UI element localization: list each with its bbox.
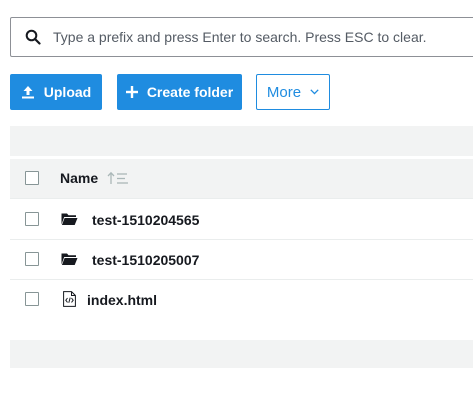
search-box[interactable] [10,17,473,57]
file-name-link[interactable]: test-1510204565 [92,212,199,228]
sort-ascending-icon[interactable] [107,171,129,185]
row-checkbox[interactable] [25,252,39,266]
row-checkbox[interactable] [25,292,39,306]
column-header-name[interactable]: Name [60,170,98,186]
table-footer-band [10,340,473,368]
file-name-link[interactable]: test-1510205007 [92,252,199,268]
folder-icon [61,213,78,225]
upload-icon [21,86,34,99]
more-button[interactable]: More [256,74,330,110]
more-label: More [266,83,302,101]
plus-icon [125,86,138,98]
upload-button[interactable]: Upload [10,74,102,110]
search-input[interactable] [53,29,473,45]
file-name-link[interactable]: index.html [87,292,157,308]
create-folder-label: Create folder [146,84,234,100]
table-top-band [10,126,473,156]
create-folder-button[interactable]: Create folder [117,74,242,110]
search-icon [25,29,41,45]
table-header: Name [10,159,473,199]
chevron-down-icon [310,89,319,95]
table-row[interactable]: test-1510205007 [10,240,473,280]
table-row[interactable]: index.html [10,280,473,320]
table-row[interactable]: test-1510204565 [10,200,473,240]
folder-icon [61,253,78,265]
select-all-checkbox[interactable] [25,171,39,185]
html-file-icon [63,291,76,307]
row-checkbox[interactable] [25,212,39,226]
upload-label: Upload [43,84,92,100]
